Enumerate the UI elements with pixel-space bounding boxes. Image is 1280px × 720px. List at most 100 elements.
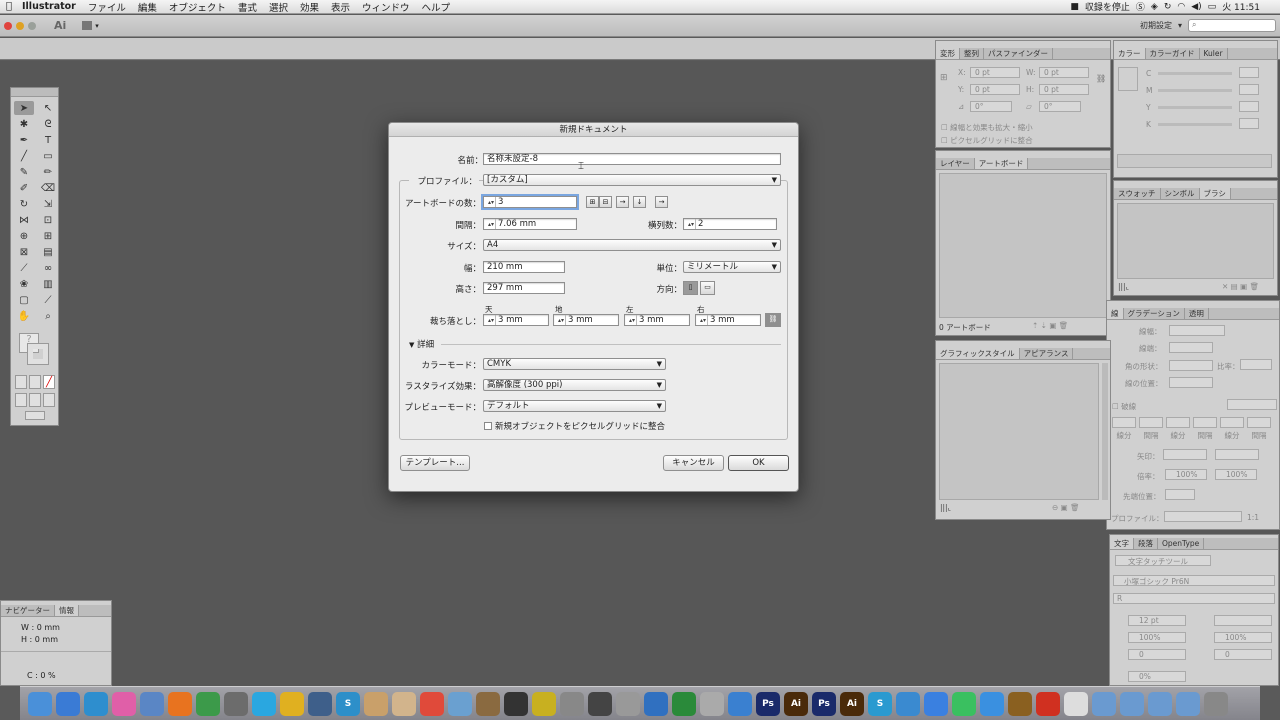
kerning-field[interactable]: 0	[1128, 649, 1186, 660]
dock-xcode-icon[interactable]	[728, 691, 752, 716]
tab-symbols[interactable]: シンボル	[1161, 188, 1200, 199]
draw-normal-icon[interactable]	[15, 393, 27, 407]
dock-star-icon[interactable]	[532, 691, 556, 716]
dock-safari-icon[interactable]	[84, 691, 108, 716]
status-icon-sync[interactable]: ↻	[1164, 2, 1172, 12]
tab-brushes[interactable]: ブラシ	[1199, 188, 1231, 199]
width-profile-select[interactable]	[1164, 511, 1242, 522]
dock-line-icon[interactable]	[952, 691, 976, 716]
slice-tool-icon[interactable]: ⟋	[38, 293, 58, 307]
hand-tool-icon[interactable]: ✋	[14, 309, 34, 323]
shear-field[interactable]: 0°	[1039, 101, 1081, 112]
screen-mode-icon[interactable]	[25, 411, 45, 420]
yellow-slider[interactable]	[1158, 106, 1232, 109]
gap-field[interactable]	[1139, 417, 1163, 428]
dock-clapper-icon[interactable]	[504, 691, 528, 716]
help-search-input[interactable]: ⌕	[1188, 19, 1276, 32]
dock-dropbox-icon[interactable]	[924, 691, 948, 716]
checkbox-icon[interactable]: ☐	[941, 123, 948, 132]
apple-menu-icon[interactable]: 	[0, 1, 18, 12]
font-size-field[interactable]: 12 pt	[1128, 615, 1186, 626]
brush-footer-icons[interactable]: ✕ ▤ ▣ 🗑	[1222, 282, 1259, 291]
color-spectrum[interactable]	[1117, 154, 1272, 168]
black-slider[interactable]	[1158, 123, 1232, 126]
menu-select[interactable]: 選択	[263, 0, 294, 14]
tools-panel-grip[interactable]	[11, 88, 58, 97]
stepper-icon[interactable]: ▴▾	[699, 315, 708, 325]
dock-ps-icon[interactable]: Ps	[756, 691, 780, 716]
scale-strokes-option[interactable]: ☐ 線幅と効果も拡大・縮小	[941, 122, 1033, 133]
align-pixel-grid-option[interactable]: ☐ ピクセルグリッドに整合	[941, 135, 1033, 146]
mesh-tool-icon[interactable]: ⊠	[14, 245, 34, 259]
dock-time-machine-icon[interactable]	[588, 691, 612, 716]
dock-s-icon[interactable]: S	[868, 691, 892, 716]
templates-button[interactable]: テンプレート...	[400, 455, 470, 471]
zoom-window-icon[interactable]	[28, 21, 36, 30]
dock-network-icon[interactable]	[448, 691, 472, 716]
dash-field[interactable]	[1220, 417, 1244, 428]
tab-info[interactable]: 情報	[55, 605, 79, 616]
blob-brush-tool-icon[interactable]: ✐	[14, 181, 34, 195]
draw-behind-icon[interactable]	[29, 393, 41, 407]
start-scale-field[interactable]: 100%	[1165, 469, 1207, 480]
bleed-left-field[interactable]: ▴▾ 3 mm	[624, 314, 690, 326]
scrollbar[interactable]	[1102, 363, 1108, 500]
menu-object[interactable]: オブジェクト	[163, 0, 232, 14]
menu-type[interactable]: 書式	[232, 0, 263, 14]
eyedropper-tool-icon[interactable]: ⟋	[14, 261, 34, 275]
minimize-window-icon[interactable]	[16, 21, 24, 30]
bleed-bottom-field[interactable]: ▴▾ 3 mm	[553, 314, 619, 326]
cap-buttons[interactable]	[1169, 342, 1213, 353]
dash-field[interactable]	[1112, 417, 1136, 428]
link-bleed-icon[interactable]: ⛓	[765, 313, 781, 327]
stepper-icon[interactable]: ▴▾	[557, 315, 566, 325]
tab-character[interactable]: 文字	[1110, 538, 1134, 549]
stroke-weight-field[interactable]	[1169, 325, 1225, 336]
tab-transform[interactable]: 変形	[936, 48, 960, 59]
dock-skype-icon[interactable]	[252, 691, 276, 716]
close-window-icon[interactable]	[4, 21, 12, 30]
size-select[interactable]: A4 ▼	[483, 239, 781, 251]
dock-photo-icon[interactable]	[476, 691, 500, 716]
line-tool-icon[interactable]: ╱	[14, 149, 34, 163]
bridge-icon[interactable]	[82, 21, 93, 30]
recording-stop-icon[interactable]: ■	[1070, 2, 1079, 12]
dock-folder-icon[interactable]	[1092, 691, 1116, 716]
ok-button[interactable]: OK	[728, 455, 789, 471]
flag-icon[interactable]: ▭	[1208, 2, 1217, 12]
dock-messenger-icon[interactable]	[980, 691, 1004, 716]
dock-books-icon[interactable]	[392, 691, 416, 716]
dock-preview-icon[interactable]	[140, 691, 164, 716]
font-style-select[interactable]: R	[1113, 593, 1275, 604]
dock-folder-icon[interactable]	[1176, 691, 1200, 716]
status-icon-dropbox[interactable]: ◈	[1151, 2, 1158, 12]
dock-trash-icon[interactable]	[1204, 691, 1228, 716]
yellow-field[interactable]	[1239, 101, 1259, 112]
rotate-field[interactable]: 0°	[970, 101, 1012, 112]
landscape-orientation-icon[interactable]: ▭	[700, 281, 715, 295]
advanced-toggle[interactable]: ▼ 詳細	[409, 338, 434, 350]
end-arrowhead-select[interactable]	[1215, 449, 1259, 460]
type-tool-icon[interactable]: T	[38, 133, 58, 147]
app-menu[interactable]: Illustrator	[18, 1, 82, 12]
change-to-right-to-left-icon[interactable]: →	[655, 196, 668, 208]
draw-inside-icon[interactable]	[43, 393, 55, 407]
rectangle-tool-icon[interactable]: ▭	[38, 149, 58, 163]
selection-tool-icon[interactable]: ➤	[14, 101, 34, 115]
scale-tool-icon[interactable]: ⇲	[38, 197, 58, 211]
menu-help[interactable]: ヘルプ	[416, 0, 457, 14]
free-transform-tool-icon[interactable]: ⊡	[38, 213, 58, 227]
dock-finder-icon[interactable]	[28, 691, 52, 716]
dock-firefox-icon[interactable]	[168, 691, 192, 716]
dock-game-icon[interactable]	[1008, 691, 1032, 716]
stepper-icon[interactable]: ▴▾	[487, 315, 496, 325]
tab-transparency[interactable]: 透明	[1185, 308, 1209, 319]
menu-effect[interactable]: 効果	[294, 0, 325, 14]
wifi-icon[interactable]: ◠	[1177, 2, 1185, 12]
panel-footer-icons[interactable]: ⇡ ⇣ ▣ 🗑	[1032, 321, 1068, 330]
tsume-field[interactable]: 0%	[1128, 671, 1186, 682]
chevron-down-icon[interactable]: ▾	[1178, 21, 1182, 30]
stepper-icon[interactable]: ▴▾	[487, 219, 496, 229]
width-tool-icon[interactable]: ⋈	[14, 213, 34, 227]
clock[interactable]: 火 11:51	[1222, 0, 1260, 13]
